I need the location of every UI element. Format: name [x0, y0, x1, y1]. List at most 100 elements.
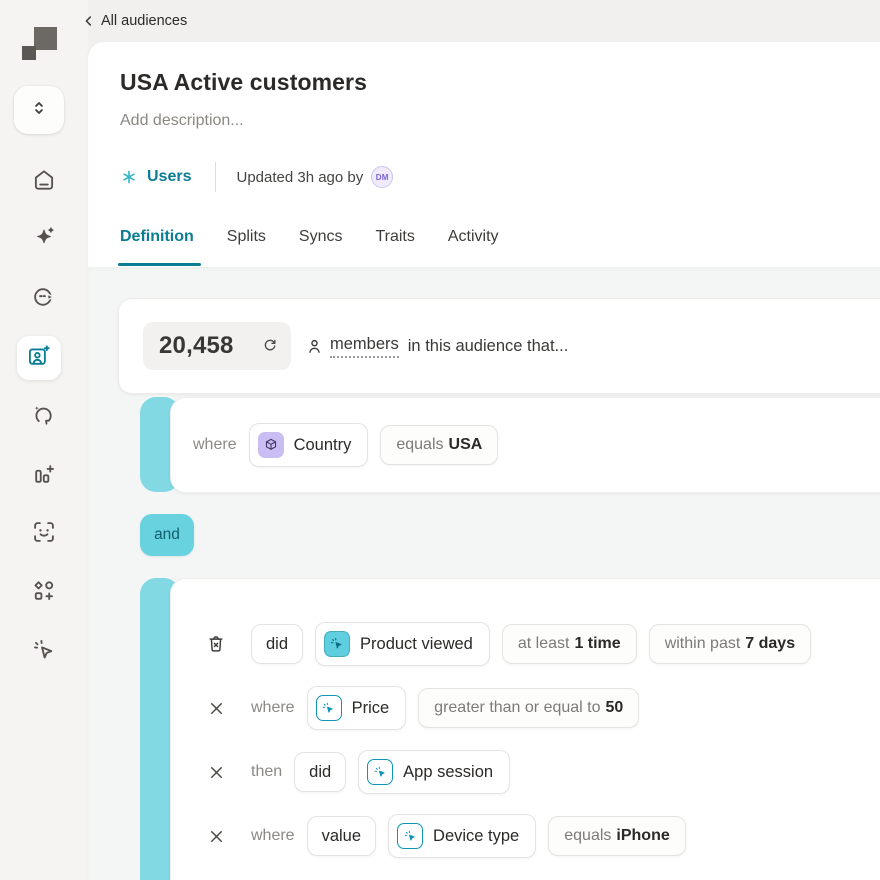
event-button-product-viewed[interactable]: Product viewed — [315, 622, 490, 666]
sidebar-item-analytics[interactable] — [30, 462, 58, 490]
row-prefix: where — [251, 827, 295, 844]
vertical-divider — [215, 162, 217, 192]
frequency-prefix: at least — [517, 635, 570, 652]
row-prefix: where — [251, 699, 295, 716]
operator-value: iPhone — [616, 827, 670, 844]
refresh-count-button[interactable] — [261, 337, 279, 355]
property-label: Country — [293, 435, 352, 454]
remove-row-button[interactable] — [205, 763, 227, 782]
event-row-price: where Price greater than or equal to 50 — [205, 686, 880, 730]
connections-icon — [31, 284, 57, 315]
audiences-icon — [26, 343, 52, 374]
value-label: value — [321, 826, 362, 845]
sidebar-item-audiences[interactable] — [17, 336, 61, 380]
segment-logo[interactable] — [22, 27, 62, 63]
frequency-button[interactable]: at least 1 time — [501, 624, 637, 664]
property-button-country[interactable]: Country — [248, 423, 369, 467]
operator-button-gte-50[interactable]: greater than or equal to 50 — [418, 688, 640, 728]
delete-trash-button[interactable] — [205, 633, 227, 655]
cube-icon — [257, 432, 284, 458]
value-button[interactable]: value — [306, 816, 377, 856]
event-row-app-session: then did App session — [205, 750, 880, 794]
frequency-value: 1 time — [574, 635, 621, 652]
sidebar-item-home[interactable] — [30, 168, 58, 196]
entity-type-link[interactable]: Users — [147, 168, 191, 186]
person-icon — [305, 337, 324, 356]
sidebar — [0, 0, 88, 880]
window-value: 7 days — [745, 635, 796, 652]
entity-meta-row: Users Updated 3h ago by DM — [120, 161, 394, 193]
event-row-device-type: where value Device type equals iPhone — [205, 814, 880, 858]
property-button-device-type[interactable]: Device type — [388, 814, 537, 858]
logo-square-small — [22, 46, 36, 60]
operator-text: equals — [564, 827, 612, 844]
members-row: members in this audience that... — [305, 335, 568, 358]
property-button-price[interactable]: Price — [306, 686, 407, 730]
breadcrumb-back[interactable]: All audiences — [82, 10, 187, 32]
operator-text: greater than or equal to — [434, 699, 601, 716]
sidebar-item-activation[interactable] — [30, 638, 58, 666]
event-cursor-icon — [397, 823, 424, 849]
active-tab-underline — [118, 263, 201, 266]
tab-activity[interactable]: Activity — [448, 228, 499, 246]
members-link[interactable]: members — [330, 335, 399, 358]
tab-splits[interactable]: Splits — [227, 228, 266, 246]
operator-button-equals-usa[interactable]: equals USA — [380, 425, 499, 465]
sidebar-item-identity[interactable] — [30, 520, 58, 548]
property-label: Price — [351, 698, 390, 717]
workspace-switcher-button[interactable] — [14, 86, 64, 134]
sidebar-item-journeys[interactable] — [30, 403, 58, 431]
operator-value: USA — [448, 436, 483, 453]
sidebar-item-connections[interactable] — [30, 285, 58, 313]
event-row-product-viewed: did Product viewed at least 1 time withi… — [205, 622, 880, 666]
event-button-app-session[interactable]: App session — [358, 750, 511, 794]
magic-cursor-icon — [31, 637, 57, 668]
sidebar-item-copilot[interactable] — [30, 226, 58, 254]
operator-text: equals — [396, 436, 444, 453]
chevron-left-icon — [82, 14, 96, 28]
home-icon — [31, 167, 57, 198]
tab-definition[interactable]: Definition — [120, 228, 194, 246]
updated-status: Updated 3h ago by — [236, 168, 364, 186]
apps-plus-icon — [31, 578, 57, 609]
event-condition-group-card: did Product viewed at least 1 time withi… — [170, 578, 880, 880]
member-count: 20,458 — [159, 332, 234, 359]
breadcrumb-label: All audiences — [101, 13, 188, 29]
users-snowflake-icon — [120, 168, 138, 186]
remove-row-button[interactable] — [205, 827, 227, 846]
avatar: DM — [371, 166, 394, 188]
description-placeholder[interactable]: Add description... — [120, 112, 244, 130]
sidebar-item-catalog[interactable] — [30, 579, 58, 607]
ai-sparkle-icon — [31, 225, 57, 256]
verb-button-did[interactable]: did — [251, 624, 304, 664]
audience-suffix-text: in this audience that... — [407, 336, 569, 355]
logo-square-big — [34, 27, 57, 50]
event-label: Product viewed — [360, 634, 473, 653]
bar-chart-plus-icon — [31, 461, 57, 492]
audience-count-card: 20,458 members in this audience that... — [118, 298, 880, 394]
definition-panel: 20,458 members in this audience that... … — [88, 267, 880, 880]
event-cursor-icon — [315, 695, 342, 721]
chevron-up-down-icon — [29, 97, 49, 124]
event-cursor-icon — [324, 631, 351, 657]
row-prefix: then — [251, 763, 283, 780]
verb-label: did — [309, 762, 332, 781]
condition-card-country: where Country equals USA — [170, 397, 880, 493]
property-label: Device type — [433, 826, 520, 845]
event-label: App session — [403, 762, 494, 781]
time-window-button[interactable]: within past 7 days — [648, 624, 812, 664]
remove-row-button[interactable] — [205, 699, 227, 718]
journeys-loop-icon — [31, 402, 57, 433]
tab-bar: Definition Splits Syncs Traits Activity — [120, 228, 499, 246]
operator-value: 50 — [605, 699, 624, 716]
and-connector-chip[interactable]: and — [140, 514, 194, 556]
operator-button-equals-iphone[interactable]: equals iPhone — [548, 816, 686, 856]
tab-syncs[interactable]: Syncs — [299, 228, 343, 246]
face-id-icon — [31, 519, 57, 550]
event-cursor-icon — [367, 759, 394, 785]
page-title: USA Active customers — [120, 69, 367, 95]
app-window: All audiences USA Active customers Add d… — [0, 0, 880, 880]
verb-button-did[interactable]: did — [294, 752, 347, 792]
window-prefix: within past — [664, 635, 741, 652]
tab-traits[interactable]: Traits — [375, 228, 414, 246]
